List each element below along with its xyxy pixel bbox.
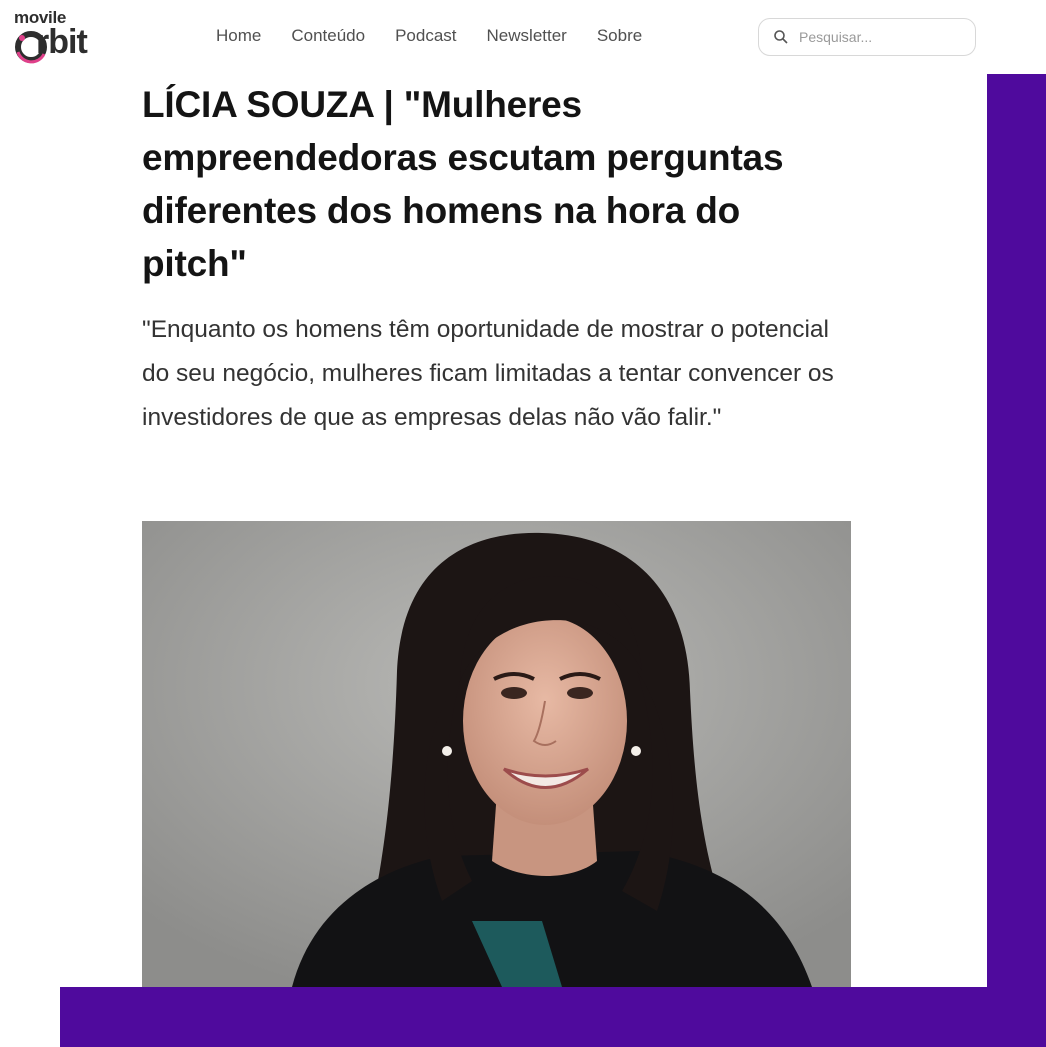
search-box[interactable]	[758, 18, 976, 56]
article-subtitle: "Enquanto os homens têm oportunidade de …	[142, 316, 834, 431]
nav-conteudo[interactable]: Conteúdo	[291, 26, 365, 46]
article-area: LÍCIA SOUZA | "Mulheres empreendedoras e…	[0, 0, 987, 987]
nav-sobre[interactable]: Sobre	[597, 26, 642, 46]
logo-bottom-text: rbit	[36, 23, 88, 61]
nav-podcast[interactable]: Podcast	[395, 26, 456, 46]
purple-frame-right	[987, 60, 1046, 987]
nav-home[interactable]: Home	[216, 26, 261, 46]
main-nav: Home Conteúdo Podcast Newsletter Sobre	[216, 26, 672, 46]
search-input[interactable]	[799, 29, 959, 45]
movile-orbit-logo[interactable]: movile rbit	[12, 8, 122, 66]
article-title: LÍCIA SOUZA | "Mulheres empreendedoras e…	[142, 84, 784, 284]
purple-frame-bottom	[60, 987, 1046, 1047]
nav-newsletter[interactable]: Newsletter	[487, 26, 567, 46]
portrait-photo	[142, 521, 851, 987]
site-header: movile rbit Home Conteúdo Podcast Newsle…	[0, 0, 1046, 74]
search-icon	[774, 30, 788, 44]
